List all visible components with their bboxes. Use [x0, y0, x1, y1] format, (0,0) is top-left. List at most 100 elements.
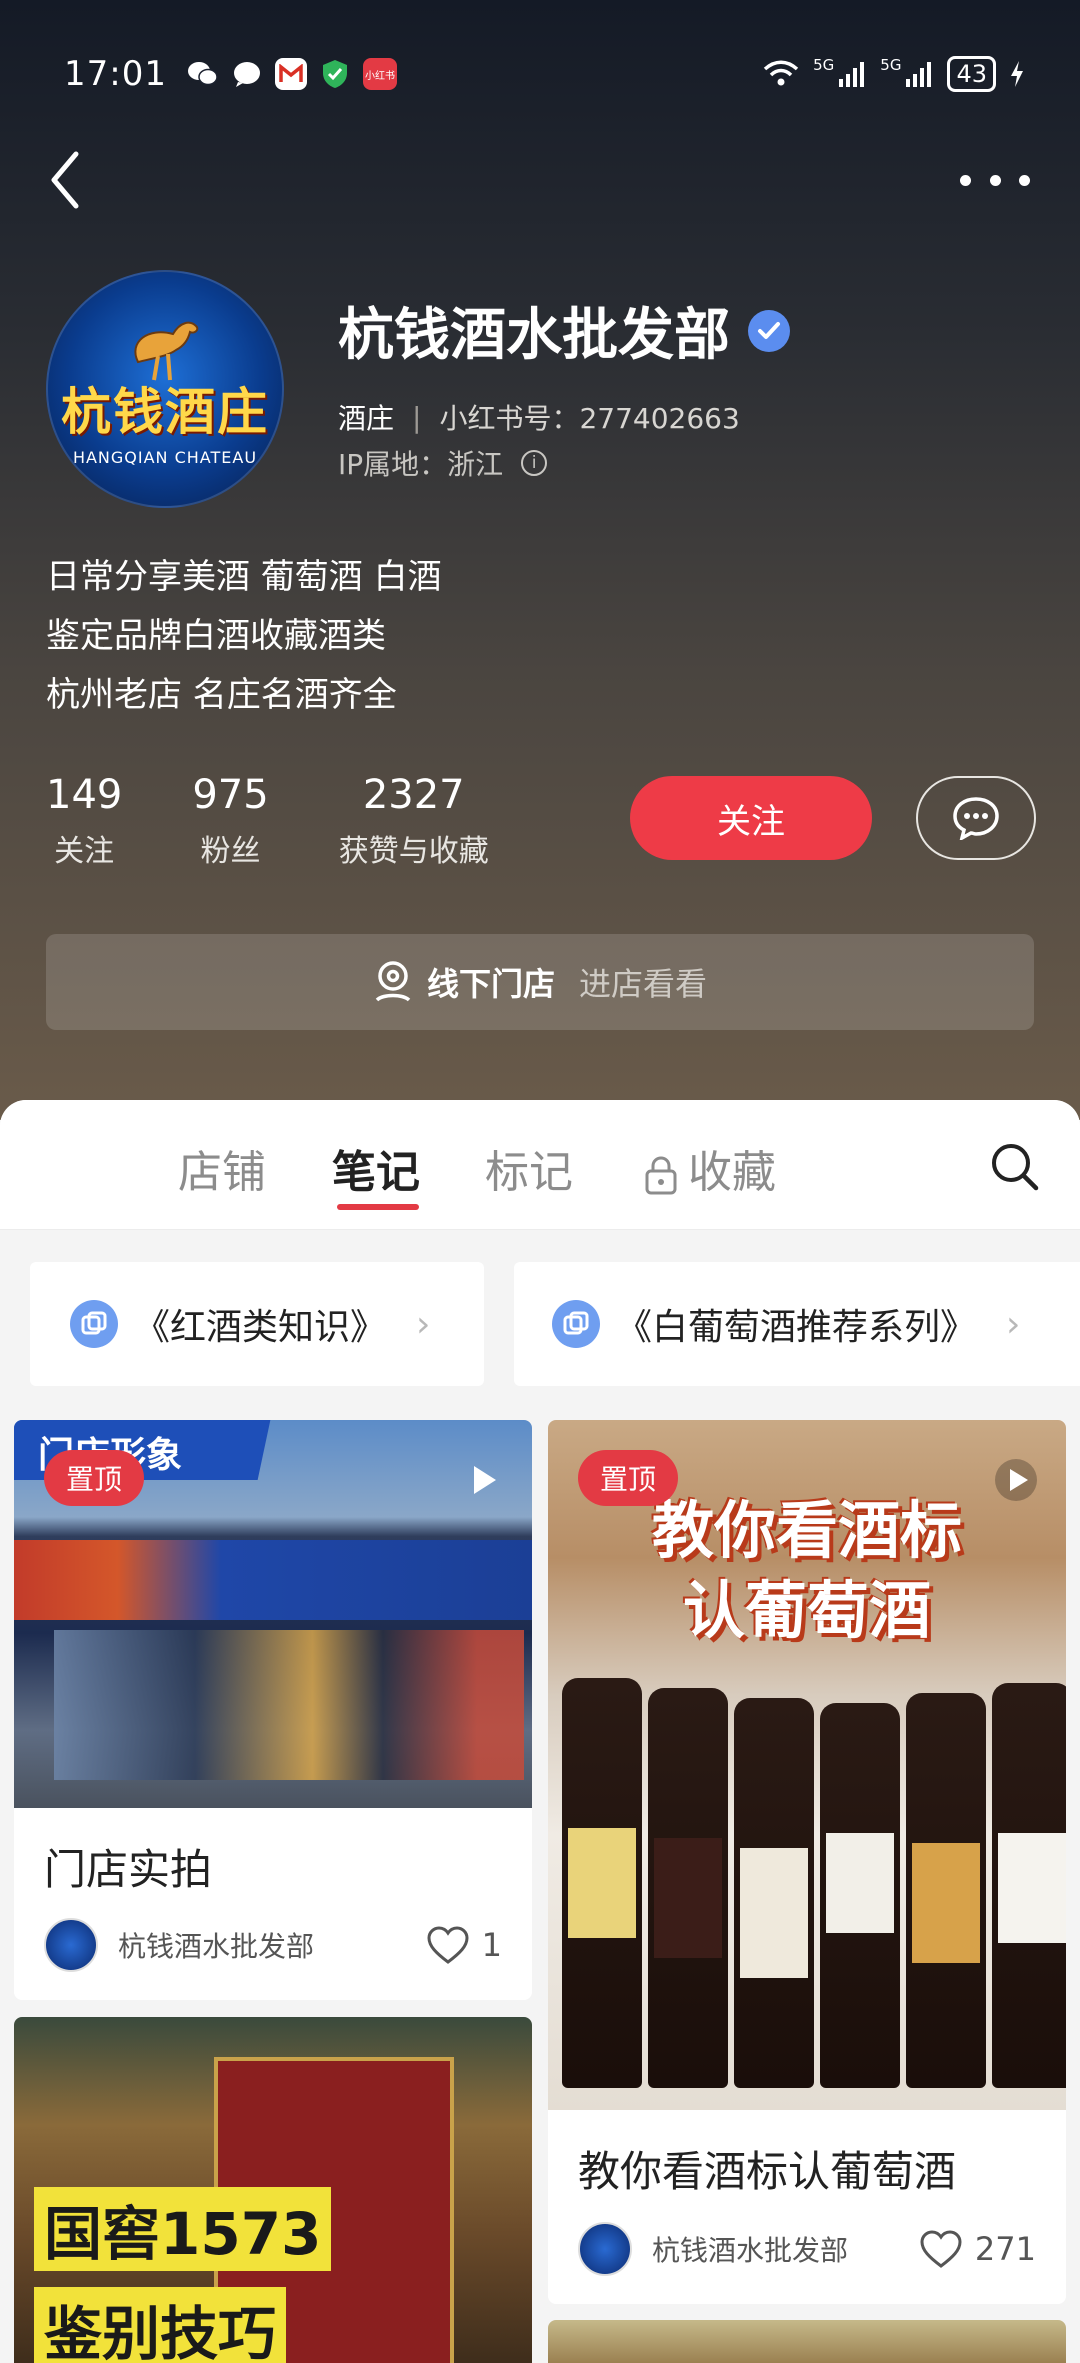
note-cover: 教你看酒标 认葡萄酒 置顶 — [548, 1420, 1066, 2110]
status-bar: 17:01 小红书 5G 5G 43 — [64, 50, 1024, 98]
chat-bubble-icon — [231, 58, 263, 90]
back-icon[interactable] — [46, 150, 86, 210]
profile-id[interactable]: 小红书号：277402663 — [439, 397, 739, 437]
note-card[interactable] — [548, 2320, 1066, 2363]
collection-chip[interactable]: 《白葡萄酒推荐系列》 › — [514, 1262, 1080, 1386]
lock-icon — [645, 1156, 677, 1195]
more-options-icon[interactable] — [960, 160, 1030, 200]
wechat-icon — [187, 58, 219, 90]
tab-favorites[interactable]: 收藏 — [644, 1136, 776, 1200]
profile-meta: 酒庄 | 小红书号：277402663 — [338, 397, 740, 437]
stat-likes[interactable]: 2327 获赞与收藏 — [339, 772, 489, 870]
stat-label: 获赞与收藏 — [338, 834, 489, 869]
chat-icon — [953, 797, 999, 840]
wine-bottle — [906, 1693, 986, 2088]
heart-icon — [920, 2230, 962, 2268]
wine-bottle — [734, 1698, 814, 2088]
offline-store-bar[interactable]: 线下门店 进店看看 — [46, 934, 1034, 1030]
status-right: 5G 5G 43 — [763, 56, 1024, 92]
store-bar-title: 线下门店 — [426, 965, 555, 1003]
note-card[interactable]: 教你看酒标 认葡萄酒 置顶 教你看酒标认葡萄酒 杭钱酒水批发部 271 — [548, 1420, 1066, 2304]
wine-bottles — [562, 1678, 1066, 2088]
note-card[interactable]: 国窖1573 鉴别技巧 — [14, 2017, 532, 2363]
bio-line: 杭州老店 名庄名酒齐全 — [46, 675, 397, 715]
note-cover: 国窖1573 鉴别技巧 — [14, 2017, 532, 2363]
stat-label: 粉丝 — [200, 834, 261, 869]
shield-icon — [319, 58, 351, 90]
wine-bottle — [562, 1678, 642, 2088]
profile-tabs: 店铺 笔记 标记 收藏 — [0, 1100, 1080, 1230]
pinned-badge: 置顶 — [44, 1450, 145, 1506]
network-type: 5G — [813, 56, 835, 74]
author-name[interactable]: 杭钱酒水批发部 — [652, 2229, 848, 2269]
ostrich-logo-icon — [134, 321, 199, 381]
note-card[interactable]: 门店形象 置顶 门店实拍 杭钱酒水批发部 1 — [14, 1420, 532, 2000]
stat-label: 关注 — [54, 834, 115, 869]
stat-following[interactable]: 149 关注 — [46, 772, 122, 870]
note-author-row: 杭钱酒水批发部 271 — [548, 2222, 1066, 2276]
ip-location: IP属地：浙江 — [338, 448, 504, 481]
tab-marks[interactable]: 标记 — [485, 1136, 573, 1200]
stat-followers[interactable]: 975 粉丝 — [192, 772, 268, 870]
like-button[interactable]: 271 — [919, 2229, 1036, 2269]
verified-badge-icon — [748, 309, 790, 352]
wine-bottle — [992, 1683, 1066, 2088]
stat-number: 149 — [46, 772, 123, 818]
chevron-right-icon: › — [416, 1303, 431, 1345]
status-time: 17:01 — [64, 54, 167, 94]
network-type-2: 5G — [880, 56, 902, 74]
gmail-icon — [274, 58, 307, 90]
xiaohongshu-icon: 小红书 — [362, 58, 397, 90]
info-icon[interactable]: i — [521, 450, 548, 476]
profile-header: 17:01 小红书 5G 5G 43 杭钱酒庄 HANGQIAN CHATEAU… — [0, 0, 1080, 1120]
like-button[interactable]: 1 — [426, 1925, 502, 1965]
author-avatar[interactable] — [578, 2222, 632, 2276]
collection-icon — [552, 1300, 600, 1348]
author-avatar[interactable] — [44, 1918, 98, 1972]
follow-button[interactable]: 关注 — [630, 776, 872, 860]
search-icon[interactable] — [990, 1142, 1040, 1192]
store-sign — [14, 1540, 532, 1620]
cover-line-2: 认葡萄酒 — [682, 1574, 931, 1647]
profile-bio: 日常分享美酒 葡萄酒 白酒 鉴定品牌白酒收藏酒类 杭州老店 名庄名酒齐全 — [46, 548, 442, 725]
wifi-icon — [763, 60, 799, 86]
avatar-logo-text: 杭钱酒庄 — [61, 381, 269, 441]
avatar-logo-subtext: HANGQIAN CHATEAU — [72, 447, 258, 467]
collection-chip[interactable]: 《红酒类知识》 › — [30, 1262, 484, 1386]
stat-number: 2327 — [362, 772, 465, 818]
bio-line: 日常分享美酒 葡萄酒 白酒 — [46, 557, 442, 597]
profile-stats: 149 关注 975 粉丝 2327 获赞与收藏 — [46, 772, 559, 870]
signal-icon-2 — [906, 62, 932, 87]
heart-icon — [427, 1926, 469, 1964]
tab-store[interactable]: 店铺 — [178, 1136, 266, 1200]
message-button[interactable] — [916, 776, 1036, 860]
note-cover: 门店形象 置顶 — [14, 1420, 532, 1808]
collection-icon — [70, 1300, 118, 1348]
profile-name: 杭钱酒水批发部 — [338, 303, 730, 368]
stat-number: 975 — [192, 772, 269, 818]
author-name[interactable]: 杭钱酒水批发部 — [118, 1925, 314, 1965]
collections-row: 《红酒类知识》 › 《白葡萄酒推荐系列》 › — [30, 1262, 1080, 1386]
tab-favorites-label: 收藏 — [688, 1147, 776, 1198]
pinned-badge: 置顶 — [578, 1450, 679, 1506]
collection-label: 《白葡萄酒推荐系列》 — [616, 1307, 977, 1348]
storefront-windows — [54, 1630, 524, 1780]
chevron-right-icon: › — [1006, 1303, 1021, 1345]
battery-indicator: 43 — [947, 56, 996, 92]
collection-label: 《红酒类知识》 — [134, 1307, 387, 1348]
wine-bottle — [648, 1688, 728, 2088]
cover-line-1: 国窖1573 — [34, 2187, 332, 2271]
cover-line-2: 鉴别技巧 — [34, 2287, 287, 2363]
profile-type: 酒庄 — [338, 402, 395, 435]
notification-icons: 小红书 — [187, 58, 397, 90]
profile-ip: IP属地：浙江 i — [338, 443, 548, 483]
charging-icon — [1011, 61, 1023, 87]
signal-icon — [839, 62, 865, 87]
note-title: 教你看酒标认葡萄酒 — [578, 2147, 957, 2196]
avatar[interactable]: 杭钱酒庄 HANGQIAN CHATEAU — [46, 270, 284, 508]
note-author-row: 杭钱酒水批发部 1 — [14, 1918, 532, 1972]
tab-notes[interactable]: 笔记 — [332, 1136, 420, 1200]
note-title: 门店实拍 — [44, 1845, 213, 1894]
content-sheet: 店铺 笔记 标记 收藏 《红酒类知识》 › 《白葡萄酒推荐系列》 › 门店形象 — [0, 1100, 1080, 2363]
video-play-icon — [995, 1459, 1037, 1501]
